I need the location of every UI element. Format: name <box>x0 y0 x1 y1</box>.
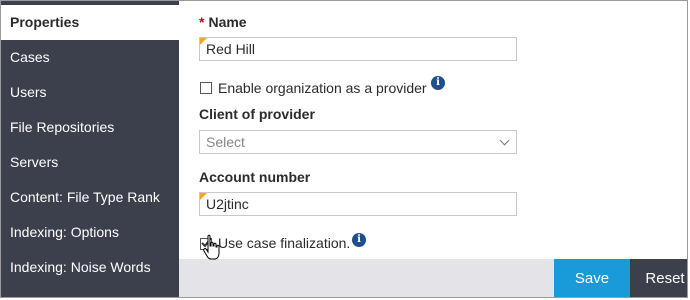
sidebar-item-properties[interactable]: Properties <box>1 5 179 40</box>
chevron-down-icon <box>499 135 510 146</box>
sidebar-item-cases[interactable]: Cases <box>1 40 179 75</box>
required-flag-icon <box>200 193 207 200</box>
client-of-provider-selected: Select <box>206 134 245 150</box>
case-finalization-label: Use case finalization. <box>218 235 351 251</box>
enable-provider-label: Enable organization as a provider <box>218 80 427 96</box>
info-icon[interactable]: i <box>431 76 445 90</box>
required-flag-icon <box>200 38 207 45</box>
sidebar-item-servers[interactable]: Servers <box>1 145 179 180</box>
reset-button[interactable]: Reset <box>630 259 687 297</box>
sidebar-item-indexing-noise-words[interactable]: Indexing: Noise Words <box>1 250 179 285</box>
account-number-field[interactable]: U2jtinc <box>199 192 517 216</box>
sidebar-item-users[interactable]: Users <box>1 75 179 110</box>
name-label: * Name <box>199 14 247 30</box>
sidebar-item-file-repositories[interactable]: File Repositories <box>1 110 179 145</box>
save-button[interactable]: Save <box>554 259 630 297</box>
sidebar-item-indexing-options[interactable]: Indexing: Options <box>1 215 179 250</box>
sidebar-item-content-file-type-rank[interactable]: Content: File Type Rank <box>1 180 179 215</box>
sidebar: Properties Cases Users File Repositories… <box>1 1 179 297</box>
account-number-value: U2jtinc <box>206 196 249 212</box>
client-of-provider-select[interactable]: Select <box>199 130 517 154</box>
properties-form: * Name Red Hill Enable organization as a … <box>179 1 687 259</box>
footer-bar: Save Reset <box>179 259 687 297</box>
account-number-label: Account number <box>199 169 311 185</box>
name-label-text: Name <box>208 14 247 30</box>
name-field-value: Red Hill <box>206 41 256 57</box>
enable-provider-checkbox[interactable] <box>200 82 212 94</box>
name-field[interactable]: Red Hill <box>199 37 517 61</box>
client-of-provider-label: Client of provider <box>199 106 315 122</box>
hand-cursor-icon <box>203 234 220 260</box>
info-icon[interactable]: i <box>352 233 366 247</box>
required-marker: * <box>199 14 205 30</box>
properties-window: Properties Cases Users File Repositories… <box>0 0 688 298</box>
